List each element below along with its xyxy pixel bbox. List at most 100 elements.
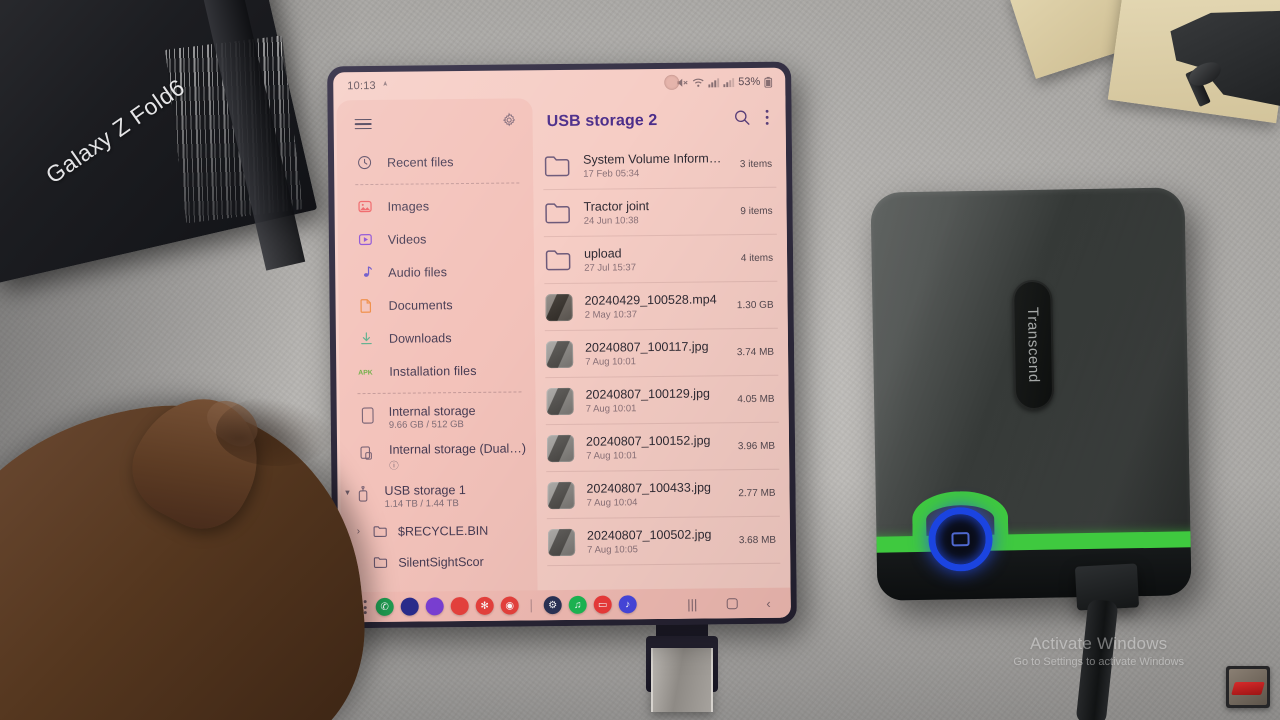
- clock-icon: [356, 154, 373, 171]
- sidebar-tree-item-silentsightscor[interactable]: SilentSightScor: [341, 545, 537, 578]
- thumbnail-image: [547, 528, 575, 556]
- dock: ✆ ✻ ◉ ⚙ ♫ ▭ ♪: [375, 595, 637, 616]
- file-row[interactable]: 20240807_100502.jpg 7 Aug 10:05 3.68 MB: [546, 516, 781, 567]
- hamburger-icon[interactable]: [354, 118, 372, 130]
- sidebar-item-internal-storage-dual[interactable]: Internal storage (Dual…) ⓘ: [340, 435, 536, 478]
- file-meta: 3.68 MB: [738, 534, 777, 546]
- file-date: 27 Jul 15:37: [584, 261, 637, 274]
- signal-sim2-icon: [723, 77, 735, 88]
- file-row[interactable]: 20240807_100129.jpg 7 Aug 10:01 4.05 MB: [545, 375, 779, 426]
- file-name: 20240429_100528.mp4: [584, 291, 717, 308]
- image-thumbnail: [547, 528, 575, 556]
- sidebar-item-label: Recent files: [387, 154, 454, 170]
- settings-app-icon[interactable]: ⚙: [543, 596, 562, 615]
- file-info: 20240807_100117.jpg 7 Aug 10:01: [585, 339, 725, 367]
- gallery-app-icon[interactable]: ✻: [475, 596, 494, 615]
- sidebar-item-label: Internal storage (Dual…): [389, 441, 527, 457]
- shopping-app-icon[interactable]: ▭: [593, 595, 612, 614]
- video-thumbnail: [544, 293, 573, 321]
- camera-app-icon[interactable]: ◉: [500, 596, 519, 615]
- chevron-down-icon[interactable]: ▾: [340, 478, 354, 498]
- chevron-right-icon[interactable]: ›: [354, 526, 363, 537]
- file-row[interactable]: Tractor joint 24 Jun 10:38 9 items: [543, 187, 777, 238]
- sidebar-item-internal-storage[interactable]: Internal storage 9.66 GB / 512 GB: [340, 397, 536, 437]
- gear-icon[interactable]: [502, 112, 517, 132]
- sidebar-item-audio-files[interactable]: Audio files: [338, 254, 534, 289]
- navigation-bar: ||| ‹: [687, 595, 777, 611]
- music-app-icon[interactable]: ♪: [618, 595, 637, 614]
- drive-brand-text: Transcend: [1023, 306, 1043, 383]
- home-button[interactable]: [726, 597, 738, 609]
- sidebar-item-videos[interactable]: Videos: [338, 221, 534, 256]
- phone-screen: 10:13 53% Recent files Images Videos Aud…: [333, 67, 791, 623]
- file-row[interactable]: System Volume Information 17 Feb 05:34 3 i…: [542, 140, 777, 191]
- file-browser-panel: USB storage 2 System Volume Information 1…: [532, 95, 791, 621]
- image-thumbnail: [546, 481, 575, 509]
- sidebar-item-text: Internal storage 9.66 GB / 512 GB: [389, 404, 476, 431]
- sidebar-item-recent-files[interactable]: Recent files: [337, 144, 533, 179]
- file-info: upload 27 Jul 15:37: [584, 245, 729, 274]
- battery-icon: [764, 76, 773, 88]
- sidebar-item-images[interactable]: Images: [337, 188, 533, 223]
- file-meta: 3.74 MB: [736, 346, 775, 358]
- wifi-icon: [692, 77, 704, 87]
- file-list: System Volume Information 17 Feb 05:34 3 i…: [539, 140, 781, 567]
- sidebar-item-downloads[interactable]: Downloads: [339, 320, 535, 355]
- more-vertical-icon[interactable]: [765, 109, 770, 131]
- file-date: 7 Aug 10:01: [586, 449, 637, 462]
- sidebar-item-usb-storage-1-row[interactable]: ▾ USB storage 1 1.14 TB / 1.44 TB: [340, 476, 536, 516]
- file-row[interactable]: upload 27 Jul 15:37 4 items: [543, 234, 778, 285]
- location-icon: [381, 80, 389, 91]
- sidebar-item-label: Internal storage: [388, 403, 476, 419]
- back-button[interactable]: ‹: [766, 595, 771, 610]
- file-row[interactable]: 20240807_100117.jpg 7 Aug 10:01 3.74 MB: [544, 328, 779, 379]
- drive-base: [870, 547, 1192, 601]
- file-row[interactable]: 20240429_100528.mp4 2 May 10:37 1.30 GB: [544, 281, 778, 332]
- sidebar-item-installation-files[interactable]: APK Installation files: [339, 353, 535, 388]
- my-files-app: Recent files Images Videos Audio files D…: [333, 95, 791, 623]
- image-thumbnail: [545, 340, 573, 368]
- file-name: 20240807_100502.jpg: [586, 526, 712, 543]
- sidebar-item-usb-storage-1[interactable]: USB storage 1 1.14 TB / 1.44 TB: [354, 477, 476, 516]
- dock-separator: [530, 598, 532, 612]
- file-name: 20240807_100433.jpg: [586, 479, 712, 496]
- sidebar-item-label: Documents: [388, 297, 453, 313]
- sidebar-tree-label: SilentSightScor: [398, 554, 484, 570]
- corner-thumbnail-logo: [1226, 666, 1270, 708]
- status-clock: 10:13: [347, 79, 376, 93]
- file-row[interactable]: 20240807_100152.jpg 7 Aug 10:01 3.96 MB: [545, 422, 780, 473]
- recents-button[interactable]: |||: [687, 596, 697, 611]
- file-info: 20240807_100152.jpg 7 Aug 10:01: [586, 433, 726, 461]
- file-date: 17 Feb 05:34: [583, 167, 640, 180]
- folder-icon: [543, 199, 571, 227]
- header-actions: [734, 109, 770, 131]
- corner-thumbnail-image: [1229, 669, 1267, 705]
- spotify-app-icon[interactable]: ♫: [568, 595, 587, 614]
- status-bar-left: 10:13: [347, 80, 389, 92]
- sidebar-item-text: Internal storage (Dual…) ⓘ: [389, 441, 526, 471]
- image-thumbnail: [545, 387, 574, 415]
- sidebar-nav-list: Recent files Images Videos Audio files D…: [337, 140, 538, 578]
- image-icon: [356, 198, 373, 215]
- sidebar-tree-item-recycle-bin[interactable]: › $RECYCLE.BIN: [341, 514, 537, 547]
- front-camera-punch-hole: [664, 74, 680, 90]
- thumbnail-image: [544, 293, 573, 321]
- file-name: 20240807_100129.jpg: [585, 385, 711, 402]
- sidebar-item-info-icon: ⓘ: [389, 460, 399, 472]
- download-icon: [358, 330, 375, 347]
- notes-app-icon[interactable]: [450, 596, 469, 616]
- file-meta: 4 items: [740, 252, 774, 264]
- search-icon[interactable]: [734, 109, 751, 131]
- file-row[interactable]: 20240807_100433.jpg 7 Aug 10:04 2.77 MB: [546, 469, 780, 520]
- file-date: 7 Aug 10:04: [586, 496, 638, 509]
- internet-app-icon[interactable]: [425, 597, 444, 616]
- sidebar-item-documents[interactable]: Documents: [338, 287, 534, 322]
- folder-icon: [372, 523, 389, 540]
- messages-app-icon[interactable]: [400, 597, 419, 616]
- phone-app-icon[interactable]: ✆: [375, 597, 394, 616]
- file-info: System Volume Information 17 Feb 05:34: [583, 151, 728, 180]
- file-date: 7 Aug 10:05: [587, 543, 638, 556]
- folder-icon: [544, 246, 572, 274]
- file-info: Tractor joint 24 Jun 10:38: [583, 198, 728, 227]
- sidebar-item-label: Audio files: [388, 264, 448, 280]
